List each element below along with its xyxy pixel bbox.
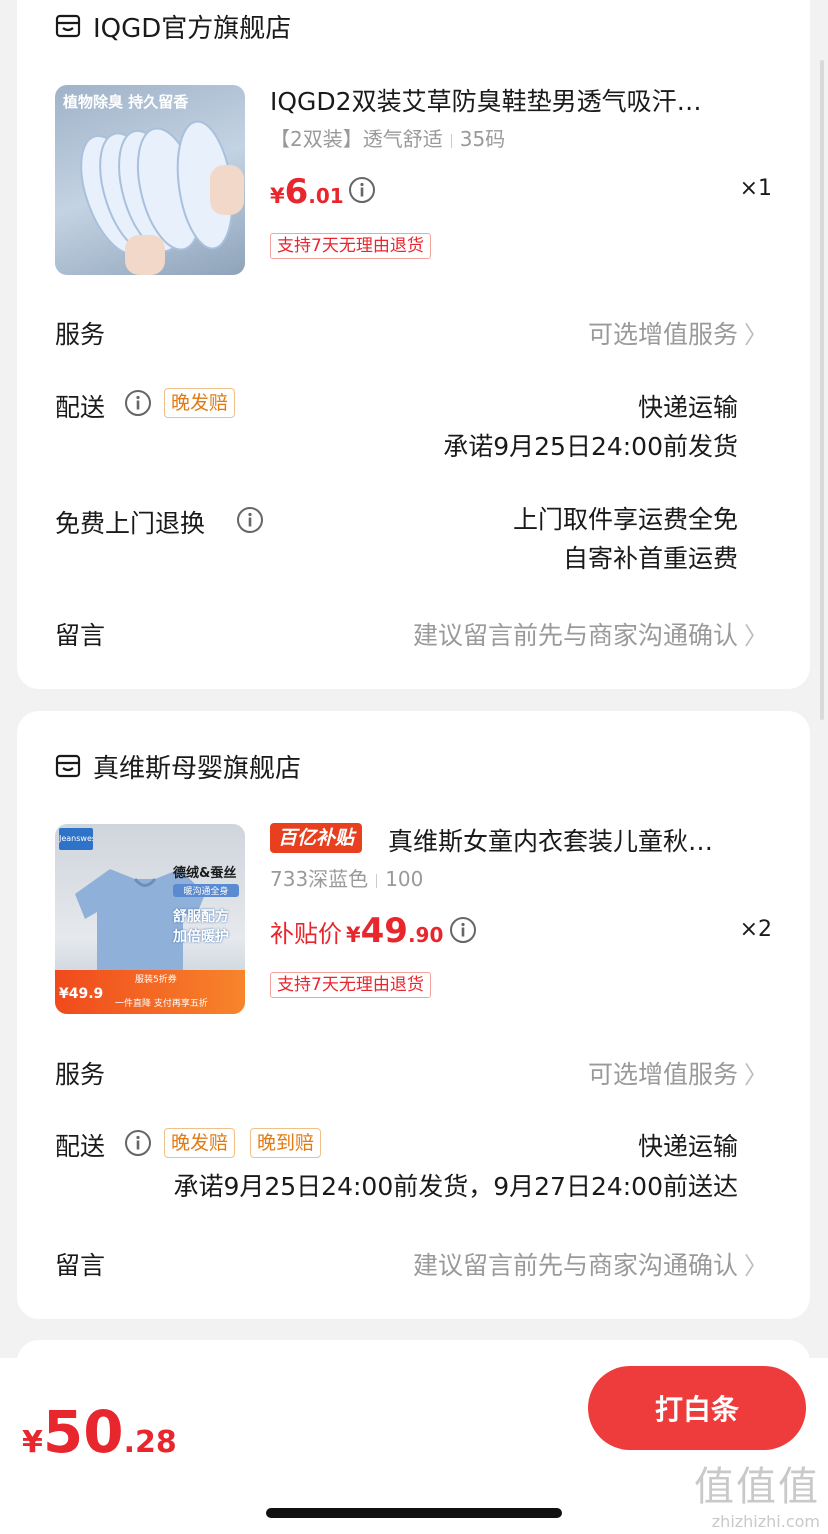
product-image[interactable]: Jeanswest 德绒&蚕丝 暖沟通全身 舒服配方 加倍暖护 ¥49.9 服装… bbox=[55, 824, 245, 1014]
scrollbar[interactable] bbox=[820, 60, 824, 720]
service-value[interactable]: 可选增值服务 bbox=[588, 315, 738, 351]
checkout-footer: ¥50.28 打白条 值值值 zhizhizhi.com bbox=[0, 1358, 828, 1534]
order-card-1: IQGD官方旗舰店 植物除臭 持久留香 IQGD2双装艾草防臭鞋垫男透气吸汗… … bbox=[17, 0, 810, 689]
message-label: 留言 bbox=[55, 1251, 106, 1280]
price-info-icon[interactable] bbox=[348, 176, 376, 204]
price-yen: ¥ bbox=[346, 923, 361, 947]
image-caption: 植物除臭 持久留香 bbox=[63, 93, 189, 111]
product-name[interactable]: IQGD2双装艾草防臭鞋垫男透气吸汗… bbox=[270, 82, 770, 118]
message-input[interactable]: 建议留言前先与商家沟通确认 bbox=[413, 1246, 738, 1282]
service-label: 服务 bbox=[55, 320, 106, 349]
order-card-2: 真维斯母婴旗舰店 Jeanswest 德绒&蚕丝 暖沟通全身 舒服配方 加倍暖护… bbox=[17, 711, 810, 1319]
service-label: 服务 bbox=[55, 1060, 106, 1089]
product-price: 补贴价 ¥49.90 bbox=[270, 911, 443, 951]
watermark: 值值值 zhizhizhi.com bbox=[694, 1454, 820, 1531]
price-integer: 6 bbox=[284, 172, 309, 212]
return-policy-tag: 支持7天无理由退货 bbox=[270, 972, 431, 998]
chevron-right-icon[interactable]: 〉 bbox=[744, 1055, 768, 1090]
late-ship-compensation-tag: 晚发赔 bbox=[164, 388, 236, 418]
total-integer: 50 bbox=[42, 1398, 124, 1466]
insole-illustration bbox=[80, 120, 244, 275]
late-ship-compensation-tag: 晚发赔 bbox=[164, 1128, 236, 1158]
return-policy-tag: 支持7天无理由退货 bbox=[270, 233, 431, 259]
chevron-right-icon[interactable]: 〉 bbox=[744, 315, 768, 350]
price-decimal: .90 bbox=[407, 923, 444, 947]
delivery-method: 快递运输 bbox=[637, 1132, 738, 1161]
delivery-label: 配送 bbox=[55, 393, 106, 422]
product-price: ¥6.01 bbox=[270, 172, 344, 212]
store-name: IQGD官方旗舰店 bbox=[93, 13, 292, 44]
watermark-logo: 值值值 bbox=[694, 1464, 820, 1510]
sku-separator bbox=[376, 873, 378, 888]
message-label: 留言 bbox=[55, 621, 106, 650]
image-sub: 暖沟通全身 bbox=[173, 884, 239, 897]
home-indicator[interactable] bbox=[266, 1508, 562, 1518]
price-yen: ¥ bbox=[270, 184, 285, 208]
pay-button[interactable]: 打白条 bbox=[588, 1366, 806, 1450]
quantity: ×1 bbox=[739, 176, 772, 201]
image-promo-discount: 服装5折券 bbox=[135, 975, 177, 985]
store-header[interactable]: IQGD官方旗舰店 bbox=[55, 6, 291, 46]
store-icon bbox=[55, 14, 81, 38]
watermark-url: zhizhizhi.com bbox=[711, 1512, 820, 1531]
quantity: ×2 bbox=[739, 917, 772, 942]
product-sku[interactable]: 733深蓝色 100 bbox=[270, 863, 423, 892]
total-decimal: .28 bbox=[123, 1425, 177, 1460]
total-yen: ¥ bbox=[22, 1425, 43, 1460]
product-image[interactable]: 植物除臭 持久留香 bbox=[55, 85, 245, 275]
price-info-icon[interactable] bbox=[449, 916, 477, 944]
return-line-2: 自寄补首重运费 bbox=[562, 544, 738, 573]
image-line-1: 舒服配方 bbox=[173, 909, 229, 925]
subsidy-badge: 百亿补贴 bbox=[270, 823, 363, 853]
chevron-right-icon[interactable]: 〉 bbox=[744, 616, 768, 651]
sku-separator bbox=[450, 133, 452, 148]
total-price: ¥50.28 bbox=[22, 1398, 177, 1466]
sku-size: 35码 bbox=[459, 127, 506, 151]
price-decimal: .01 bbox=[308, 184, 344, 208]
price-integer: 49 bbox=[360, 911, 408, 951]
store-icon bbox=[55, 754, 81, 778]
sku-variant: 733深蓝色 bbox=[270, 867, 369, 891]
delivery-info-icon[interactable] bbox=[124, 1129, 152, 1157]
sku-variant: 【2双装】透气舒适 bbox=[270, 127, 443, 151]
image-headline: 德绒&蚕丝 bbox=[173, 866, 237, 881]
message-input[interactable]: 建议留言前先与商家沟通确认 bbox=[413, 616, 738, 652]
delivery-promise: 承诺9月25日24:00前发货 bbox=[443, 432, 738, 461]
delivery-info-icon[interactable] bbox=[124, 389, 152, 417]
image-promo-price: ¥49.9 bbox=[59, 986, 104, 1002]
chevron-right-icon[interactable]: 〉 bbox=[744, 1246, 768, 1281]
return-info-icon[interactable] bbox=[236, 506, 264, 534]
product-sku[interactable]: 【2双装】透气舒适 35码 bbox=[270, 123, 505, 152]
product-name[interactable]: 真维斯女童内衣套装儿童秋… bbox=[388, 822, 770, 858]
image-line-2: 加倍暖护 bbox=[173, 929, 229, 945]
late-arrival-compensation-tag: 晚到赔 bbox=[250, 1128, 322, 1158]
service-value[interactable]: 可选增值服务 bbox=[588, 1055, 738, 1091]
delivery-promise: 承诺9月25日24:00前发货，9月27日24:00前送达 bbox=[173, 1172, 738, 1201]
store-name: 真维斯母婴旗舰店 bbox=[93, 753, 302, 784]
subsidy-price-label: 补贴价 bbox=[270, 920, 342, 948]
image-promo-bar: 一件直降 支付再享五折 bbox=[115, 999, 208, 1009]
return-line-1: 上门取件享运费全免 bbox=[512, 505, 738, 534]
store-header[interactable]: 真维斯母婴旗舰店 bbox=[55, 746, 301, 786]
delivery-label: 配送 bbox=[55, 1132, 106, 1161]
free-return-label: 免费上门退换 bbox=[55, 509, 206, 538]
delivery-method: 快递运输 bbox=[637, 393, 738, 422]
sku-size: 100 bbox=[385, 867, 424, 891]
